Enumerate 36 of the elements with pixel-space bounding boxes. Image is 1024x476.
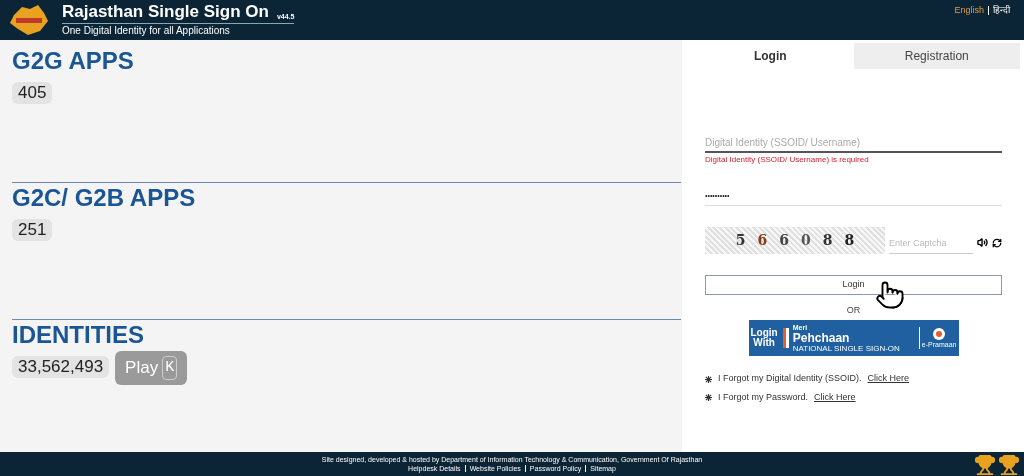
- audio-icon[interactable]: [977, 237, 988, 248]
- stat-count: 251: [12, 219, 53, 241]
- click-here-link[interactable]: Click Here: [867, 372, 910, 386]
- language-link[interactable]: English: [954, 4, 984, 18]
- username-field[interactable]: Digital Identity (SSOID/ Username): [705, 133, 1002, 153]
- language-link[interactable]: हिन्दी: [993, 4, 1010, 18]
- stat-count: 405: [12, 82, 53, 104]
- site-subtitle: One Digital Identity for all Applications: [62, 24, 231, 38]
- forgot-text: I Forgot my Password.: [718, 390, 809, 404]
- site-title: Rajasthan Single Sign On: [62, 2, 269, 22]
- or-label: OR: [846, 303, 861, 317]
- forgot-text: I Forgot my Digital Identity (SSOID).: [718, 372, 862, 386]
- stat-count: 33,562,493: [12, 356, 110, 378]
- tab[interactable]: Registration: [853, 43, 1020, 69]
- pehchaan-label: Pehchaan: [792, 331, 850, 344]
- tooltip-label: Play: [125, 357, 159, 379]
- stat-heading: G2G APPS: [12, 47, 135, 75]
- refresh-icon[interactable]: [992, 238, 1002, 248]
- captcha-image: 5 6 6 0 8 8: [705, 227, 885, 254]
- trophy-icon: [998, 454, 1020, 476]
- pehchaan-logo-icon: [780, 327, 791, 350]
- click-here-link[interactable]: Click Here: [814, 390, 856, 405]
- asterisk-icon: [705, 394, 712, 401]
- stat-heading: G2C/ G2B APPS: [12, 184, 197, 212]
- rajasthan-map-logo: [8, 3, 50, 37]
- asterisk-icon: [705, 375, 712, 383]
- login-with-label: With: [753, 338, 775, 349]
- trophy-icon: [974, 454, 996, 476]
- tagline-label: NATIONAL SINGLE SIGN-ON: [792, 343, 900, 353]
- e-pramaan-logo-icon: [932, 327, 947, 342]
- hand-cursor-icon: [875, 280, 905, 310]
- error-message: Digital Identity (SSOID/ Username) is required: [705, 154, 870, 166]
- stat-heading: IDENTITIES: [12, 321, 145, 349]
- key-hint: K: [162, 355, 178, 380]
- login-with-label: Login: [750, 328, 778, 339]
- captcha-field[interactable]: Enter Captcha: [889, 232, 973, 254]
